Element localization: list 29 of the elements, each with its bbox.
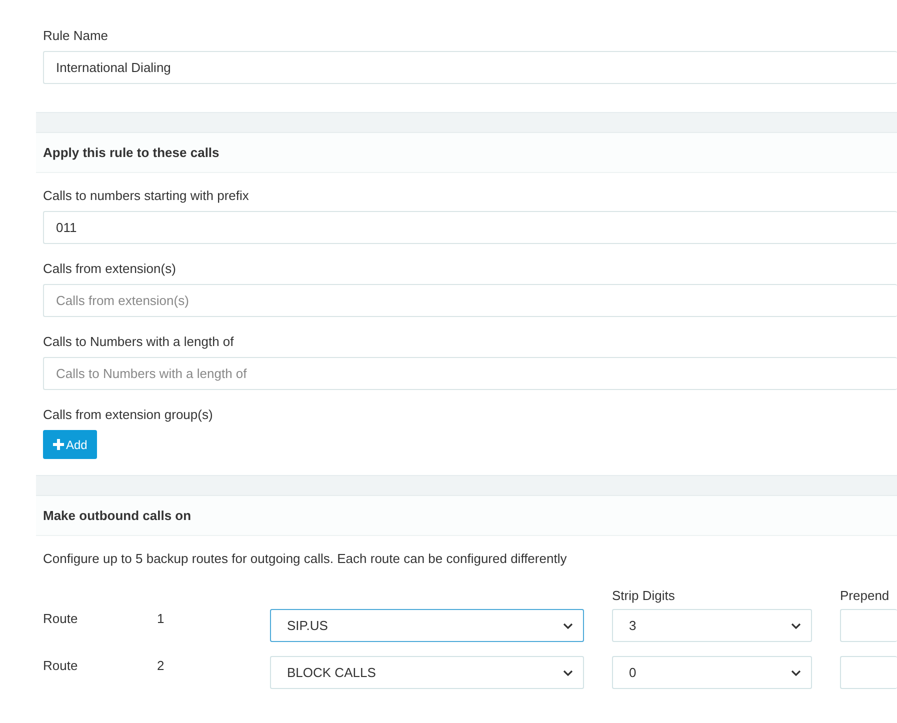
strip-digits-dropdown[interactable]: 3 <box>612 609 812 642</box>
strip-digits-dropdown[interactable]: 0 <box>612 656 812 689</box>
plus-icon <box>53 439 64 450</box>
column-header: Strip Digits <box>612 588 676 603</box>
route-number: 2 <box>157 657 166 675</box>
section-header: Apply this rule to these calls <box>36 133 897 173</box>
chevron-icon <box>791 622 801 628</box>
field-label: Calls from extension(s) <box>43 260 177 278</box>
route-number: 1 <box>157 610 166 628</box>
field-label: Calls from extension group(s) <box>43 406 214 424</box>
input-field[interactable]: International Dialing <box>43 51 897 84</box>
chevron-icon <box>563 622 573 628</box>
input-field[interactable]: Calls to Numbers with a length of <box>43 357 897 390</box>
chevron-icon <box>563 670 573 676</box>
column-header: Prepend <box>840 588 890 603</box>
prepend-field[interactable] <box>840 656 897 689</box>
input-field[interactable]: Calls from extension(s) <box>43 284 897 317</box>
trunk-dropdown[interactable]: SIP.US <box>270 609 584 642</box>
route-label: Route <box>43 610 79 628</box>
input-field[interactable]: 011 <box>43 211 897 244</box>
description-text: Configure up to 5 backup routes for outgoing calls. Each route can be configured differently <box>42 550 568 568</box>
field-label: Calls to Numbers with a length of <box>43 333 235 351</box>
field-label: Rule Name <box>43 27 110 45</box>
trunk-dropdown[interactable]: BLOCK CALLS <box>270 656 584 689</box>
field-label: Calls to numbers starting with prefix <box>43 187 250 205</box>
chevron-icon <box>791 670 801 676</box>
route-label: Route <box>43 657 79 675</box>
section-header: Make outbound calls on <box>36 496 897 536</box>
prepend-field[interactable] <box>840 609 897 642</box>
